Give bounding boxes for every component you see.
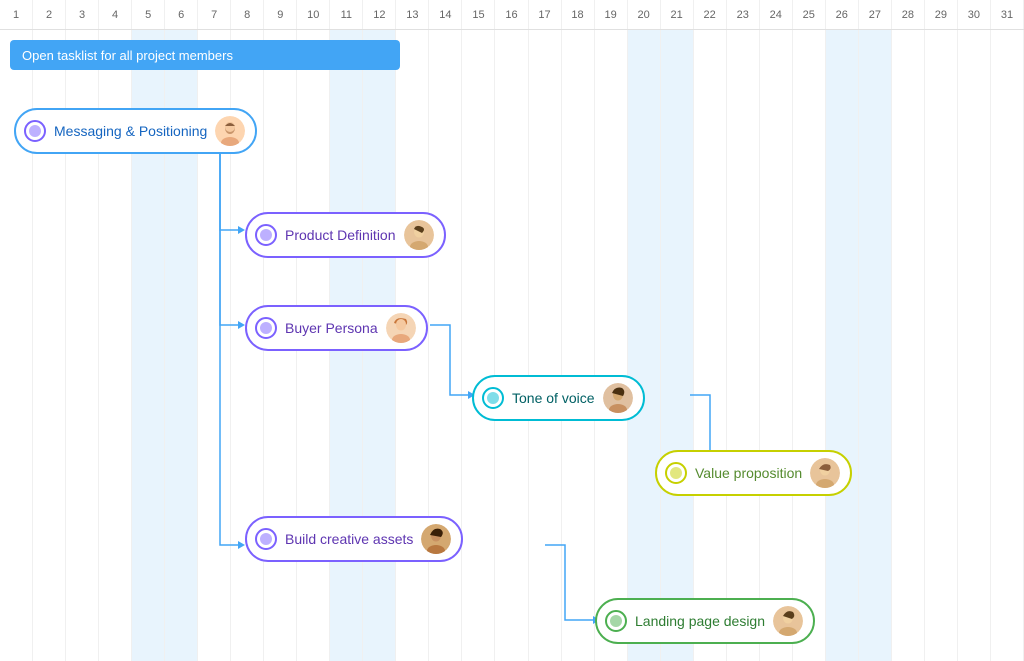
open-tasklist-label: Open tasklist for all project members (22, 48, 233, 63)
circle-inner-product-def (260, 229, 272, 241)
day-11: 11 (330, 0, 363, 29)
task-messaging[interactable]: Messaging & Positioning (14, 108, 257, 154)
col-18 (562, 30, 595, 661)
col-26 (826, 30, 859, 661)
task-circle-messaging (24, 120, 46, 142)
day-21: 21 (661, 0, 694, 29)
day-7: 7 (198, 0, 231, 29)
avatar-buyer-persona (386, 313, 416, 343)
avatar-creative (421, 524, 451, 554)
col-27 (859, 30, 892, 661)
circle-inner-buyer-persona (260, 322, 272, 334)
col-22 (694, 30, 727, 661)
task-label-buyer-persona: Buyer Persona (285, 320, 378, 336)
day-9: 9 (264, 0, 297, 29)
day-13: 13 (396, 0, 429, 29)
task-value-prop[interactable]: Value proposition (655, 450, 852, 496)
day-29: 29 (925, 0, 958, 29)
day-25: 25 (793, 0, 826, 29)
day-27: 27 (859, 0, 892, 29)
task-circle-buyer-persona (255, 317, 277, 339)
day-12: 12 (363, 0, 396, 29)
day-5: 5 (132, 0, 165, 29)
circle-inner-tone (487, 392, 499, 404)
col-23 (727, 30, 760, 661)
col-28 (892, 30, 925, 661)
task-label-creative: Build creative assets (285, 531, 413, 547)
day-14: 14 (429, 0, 462, 29)
gantt-container: 1 2 3 4 5 6 7 8 9 10 11 12 13 14 15 16 1… (0, 0, 1024, 661)
day-19: 19 (595, 0, 628, 29)
col-15 (462, 30, 495, 661)
day-4: 4 (99, 0, 132, 29)
col-16 (495, 30, 528, 661)
task-product-def[interactable]: Product Definition (245, 212, 446, 258)
task-build-creative[interactable]: Build creative assets (245, 516, 463, 562)
day-header: 1 2 3 4 5 6 7 8 9 10 11 12 13 14 15 16 1… (0, 0, 1024, 30)
circle-inner-value (670, 467, 682, 479)
open-tasklist-bar[interactable]: Open tasklist for all project members (10, 40, 400, 70)
avatar-value (810, 458, 840, 488)
day-1: 1 (0, 0, 33, 29)
day-10: 10 (297, 0, 330, 29)
day-2: 2 (33, 0, 66, 29)
task-circle-tone (482, 387, 504, 409)
avatar-product-def (404, 220, 434, 250)
day-24: 24 (760, 0, 793, 29)
day-20: 20 (628, 0, 661, 29)
col-21 (661, 30, 694, 661)
task-circle-landing (605, 610, 627, 632)
circle-inner-landing (610, 615, 622, 627)
avatar-messaging (215, 116, 245, 146)
task-landing-page[interactable]: Landing page design (595, 598, 815, 644)
task-label-tone: Tone of voice (512, 390, 595, 406)
day-26: 26 (826, 0, 859, 29)
circle-inner-creative (260, 533, 272, 545)
col-17 (529, 30, 562, 661)
avatar-tone (603, 383, 633, 413)
day-6: 6 (165, 0, 198, 29)
task-tone-of-voice[interactable]: Tone of voice (472, 375, 645, 421)
col-19 (595, 30, 628, 661)
day-8: 8 (231, 0, 264, 29)
day-30: 30 (958, 0, 991, 29)
task-circle-value (665, 462, 687, 484)
col-29 (925, 30, 958, 661)
task-label-landing: Landing page design (635, 613, 765, 629)
col-24 (760, 30, 793, 661)
day-15: 15 (462, 0, 495, 29)
col-20 (628, 30, 661, 661)
avatar-landing (773, 606, 803, 636)
col-25 (793, 30, 826, 661)
task-label-product-def: Product Definition (285, 227, 396, 243)
col-31 (991, 30, 1024, 661)
day-22: 22 (694, 0, 727, 29)
task-label-messaging: Messaging & Positioning (54, 123, 207, 139)
task-circle-creative (255, 528, 277, 550)
task-circle-product-def (255, 224, 277, 246)
day-31: 31 (991, 0, 1024, 29)
day-28: 28 (892, 0, 925, 29)
task-buyer-persona[interactable]: Buyer Persona (245, 305, 428, 351)
task-label-value: Value proposition (695, 465, 802, 481)
day-16: 16 (495, 0, 528, 29)
day-18: 18 (562, 0, 595, 29)
col-14 (429, 30, 462, 661)
day-17: 17 (529, 0, 562, 29)
day-3: 3 (66, 0, 99, 29)
day-23: 23 (727, 0, 760, 29)
col-30 (958, 30, 991, 661)
circle-inner-messaging (29, 125, 41, 137)
